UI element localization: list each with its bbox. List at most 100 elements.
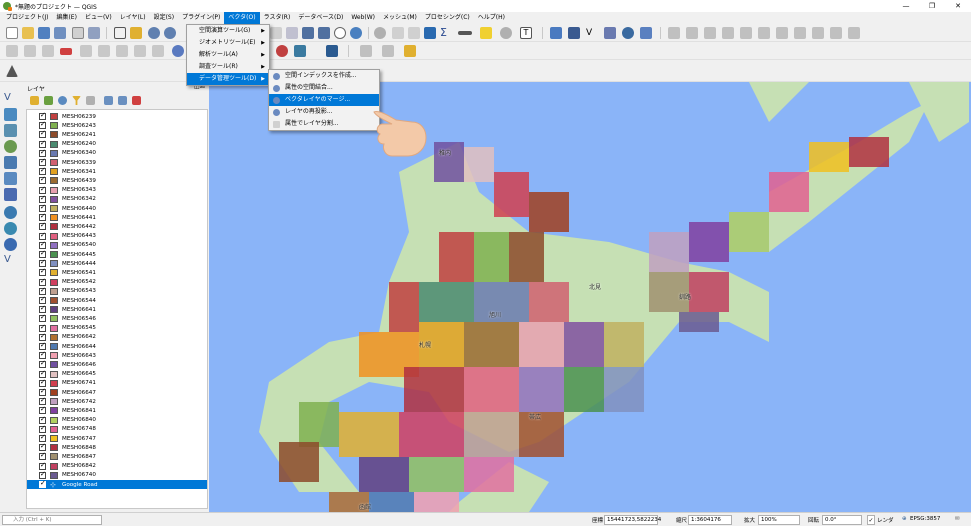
add-group-icon[interactable] (44, 96, 53, 105)
layer-visibility-checkbox[interactable] (39, 359, 46, 369)
pin-icon[interactable] (276, 45, 288, 57)
layer-symbol-swatch[interactable] (50, 205, 58, 213)
layer-tree[interactable]: MESH06239 MESH06243 MESH06241 MESH06240 MESH… (26, 109, 208, 509)
layer-row[interactable]: MESH06445 (27, 249, 207, 259)
layer-row[interactable]: MESH06442 (27, 221, 207, 231)
layer-visibility-checkbox[interactable] (39, 304, 46, 314)
menu-7[interactable]: ラスタ(R) (260, 12, 295, 24)
layer-visibility-checkbox[interactable] (39, 323, 46, 332)
layer-symbol-swatch[interactable] (50, 370, 58, 378)
georeferencer-icon[interactable] (172, 45, 184, 57)
layer-row[interactable]: MESH06748 (27, 424, 207, 434)
digitize-line-icon[interactable] (6, 45, 18, 57)
layer-row[interactable]: MESH06747 (27, 433, 207, 443)
layer-symbol-swatch[interactable] (50, 122, 58, 130)
layer-visibility-checkbox[interactable] (39, 479, 46, 489)
layer-visibility-checkbox[interactable] (39, 313, 46, 323)
save-project-icon[interactable] (38, 27, 50, 39)
layer-symbol-swatch[interactable] (50, 435, 58, 443)
python-icon[interactable] (294, 45, 306, 57)
layer-row[interactable]: MESH06543 (27, 286, 207, 296)
layer-symbol-swatch[interactable] (50, 186, 58, 194)
layer-symbol-swatch[interactable] (50, 287, 58, 295)
layer-visibility-checkbox[interactable] (39, 185, 46, 194)
refresh-icon[interactable] (350, 27, 362, 39)
close-icon[interactable]: ✕ (945, 0, 971, 12)
layer-symbol-swatch[interactable] (50, 177, 58, 185)
vertex-tool-icon[interactable] (740, 27, 752, 39)
layer-symbol-swatch[interactable] (50, 260, 58, 268)
new-project-icon[interactable] (6, 27, 18, 39)
layer-row[interactable]: MESH06647 (27, 387, 207, 397)
add-vectortile-icon[interactable]: V (4, 254, 17, 267)
menu-1[interactable]: 編集(E) (52, 12, 80, 24)
layer-visibility-checkbox[interactable] (39, 396, 46, 406)
layer-visibility-checkbox[interactable] (39, 129, 46, 139)
layer-row[interactable]: MESH06646 (27, 359, 207, 369)
map-tips-icon[interactable] (480, 27, 492, 39)
layer-row[interactable]: MESH06340 (27, 148, 207, 158)
layer-visibility-checkbox[interactable] (39, 451, 46, 461)
layer-row[interactable]: MESH06443 (27, 231, 207, 241)
layer-symbol-swatch[interactable] (50, 389, 58, 397)
layer-symbol-swatch[interactable] (50, 453, 58, 461)
visibility-icon[interactable] (58, 96, 67, 105)
select-feature-icon[interactable] (392, 27, 404, 39)
menu-8[interactable]: データベース(D) (294, 12, 347, 24)
annotation-icon[interactable] (500, 27, 512, 39)
temporal-icon[interactable] (334, 27, 346, 39)
add-mesh-icon[interactable] (4, 124, 17, 137)
layer-row[interactable]: MESH06842 (27, 461, 207, 471)
layer-symbol-swatch[interactable] (50, 462, 58, 470)
filter-legend-icon[interactable] (86, 96, 95, 105)
zoom-selection-icon[interactable] (286, 27, 298, 39)
delete-part-icon[interactable] (60, 48, 72, 55)
save-as-icon[interactable] (54, 27, 66, 39)
layer-visibility-checkbox[interactable] (39, 139, 46, 148)
layer-symbol-swatch[interactable] (50, 343, 58, 351)
vector-menu-item[interactable]: 空間演算ツール(G) ▶ (187, 25, 269, 37)
layer-row[interactable]: MESH06742 (27, 396, 207, 406)
layer-symbol-swatch[interactable] (50, 269, 58, 277)
layout-manager-icon[interactable] (88, 27, 100, 39)
menu-5[interactable]: プラグイン(P) (178, 12, 224, 24)
layer-visibility-checkbox[interactable] (39, 221, 46, 231)
add-delimited-icon[interactable] (4, 140, 17, 153)
layer-row[interactable]: MESH06541 (27, 267, 207, 277)
layer-symbol-swatch[interactable] (50, 140, 58, 148)
menu-2[interactable]: ビュー(V) (81, 12, 116, 24)
layer-row[interactable]: MESH06642 (27, 332, 207, 342)
menu-10[interactable]: メッシュ(M) (379, 12, 421, 24)
vector-menu-item[interactable]: 解析ツール(A) ▶ (187, 49, 269, 61)
menu-12[interactable]: ヘルプ(H) (474, 12, 509, 24)
layer-visibility-checkbox[interactable] (39, 175, 46, 185)
add-raster-layer-icon[interactable] (568, 27, 580, 39)
pan-icon[interactable] (114, 27, 126, 39)
layer-visibility-checkbox[interactable] (39, 405, 46, 415)
layer-visibility-checkbox[interactable] (39, 424, 46, 433)
layer-row[interactable]: MESH06444 (27, 258, 207, 268)
copy-icon[interactable] (794, 27, 806, 39)
layer-row[interactable]: MESH06341 (27, 166, 207, 176)
layer-row[interactable]: MESH06847 (27, 451, 207, 461)
layer-visibility-checkbox[interactable] (39, 194, 46, 203)
add-geopackage-icon[interactable] (4, 156, 17, 169)
zoom-in-icon[interactable] (148, 27, 160, 39)
layer-visibility-checkbox[interactable] (39, 212, 46, 222)
layer-symbol-swatch[interactable] (50, 444, 58, 452)
add-vectortile-icon[interactable]: V (586, 27, 598, 39)
layer-visibility-checkbox[interactable] (39, 258, 46, 268)
layer-symbol-swatch[interactable] (50, 278, 58, 286)
messages-icon[interactable]: ✉ (955, 516, 960, 522)
zoom-layer-icon[interactable] (270, 27, 282, 39)
add-wfs-icon[interactable] (4, 238, 17, 251)
data-management-item[interactable]: レイヤの再投影... (269, 106, 379, 118)
layer-symbol-swatch[interactable] (50, 425, 58, 433)
zoom-last-icon[interactable] (302, 27, 314, 39)
layer-visibility-checkbox[interactable] (39, 148, 46, 157)
minimize-icon[interactable]: — (893, 0, 919, 12)
layer-row[interactable]: MESH06741 (27, 378, 207, 388)
layer-visibility-checkbox[interactable] (39, 387, 46, 397)
cut-icon[interactable] (776, 27, 788, 39)
zoom-out-icon[interactable] (164, 27, 176, 39)
